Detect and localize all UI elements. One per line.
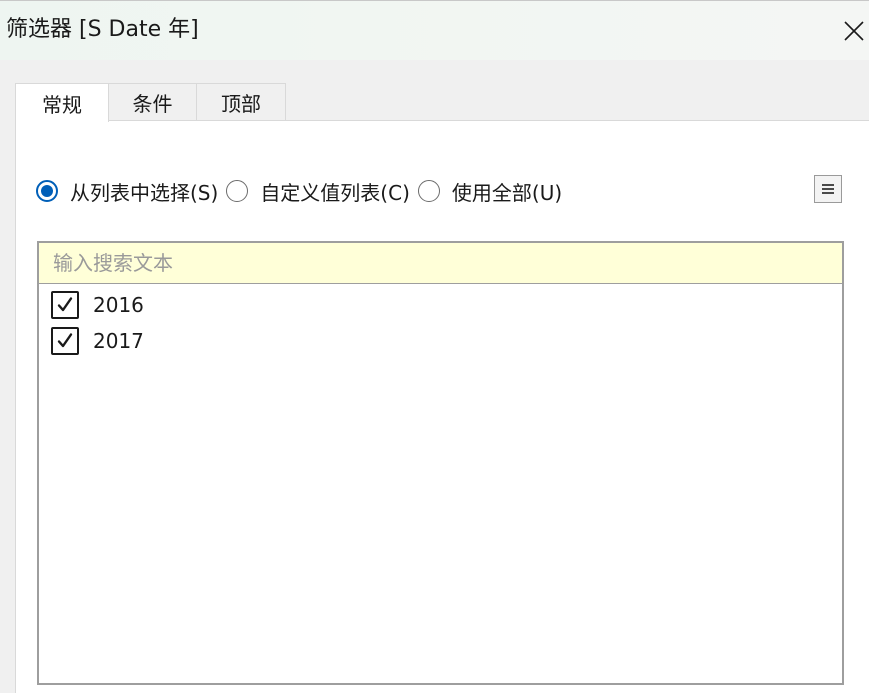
value-items: 2016 2017 <box>51 287 144 359</box>
list-item-2016[interactable]: 2016 <box>51 287 144 323</box>
tab-label: 顶部 <box>221 92 261 116</box>
radio-label: 从列表中选择(S) <box>70 180 219 205</box>
list-item-2017[interactable]: 2017 <box>51 323 144 359</box>
general-tab-panel: 从列表中选择(S) 自定义值列表(C) 使用全部(U) 输入搜索文本 2016 … <box>15 120 869 693</box>
checkbox-checked[interactable] <box>51 327 79 355</box>
tab-label: 条件 <box>132 92 173 116</box>
close-button[interactable] <box>839 11 869 51</box>
value-list: 2016 2017 <box>37 241 844 685</box>
radio-button-selected[interactable] <box>36 180 58 202</box>
checkbox-checked[interactable] <box>51 291 79 319</box>
filter-dialog: 筛选器 [S Date 年] 常规 条件 顶部 从列表中选择(S) 自定义值列表… <box>0 0 869 693</box>
dialog-body: 常规 条件 顶部 从列表中选择(S) 自定义值列表(C) 使用全部(U) 输入搜… <box>0 60 869 693</box>
radio-label: 自定义值列表(C) <box>260 180 410 205</box>
tab-label: 常规 <box>42 92 82 117</box>
radio-button[interactable] <box>417 180 440 202</box>
search-input[interactable] <box>39 243 842 284</box>
radio-label: 使用全部(U) <box>451 180 563 205</box>
tab-bar: 常规 条件 顶部 <box>15 83 286 122</box>
selection-mode-group: 从列表中选择(S) 自定义值列表(C) 使用全部(U) <box>36 176 570 206</box>
title-bar: 筛选器 [S Date 年] <box>0 0 869 60</box>
radio-custom-value-list[interactable]: 自定义值列表(C) <box>226 177 410 206</box>
checkmark-icon <box>57 297 73 312</box>
window-title: 筛选器 [S Date 年] <box>6 17 199 42</box>
radio-use-all[interactable]: 使用全部(U) <box>417 177 563 206</box>
checkmark-icon <box>57 333 73 348</box>
close-icon <box>844 21 864 41</box>
list-item-label: 2016 <box>93 293 144 317</box>
tab-condition[interactable]: 条件 <box>108 83 197 121</box>
radio-button[interactable] <box>226 180 249 202</box>
tab-top[interactable]: 顶部 <box>196 83 286 121</box>
list-options-button[interactable] <box>814 175 842 203</box>
list-menu-icon <box>822 184 834 194</box>
list-item-label: 2017 <box>93 329 144 353</box>
radio-select-from-list[interactable]: 从列表中选择(S) <box>36 177 218 206</box>
tab-general[interactable]: 常规 <box>15 83 109 122</box>
